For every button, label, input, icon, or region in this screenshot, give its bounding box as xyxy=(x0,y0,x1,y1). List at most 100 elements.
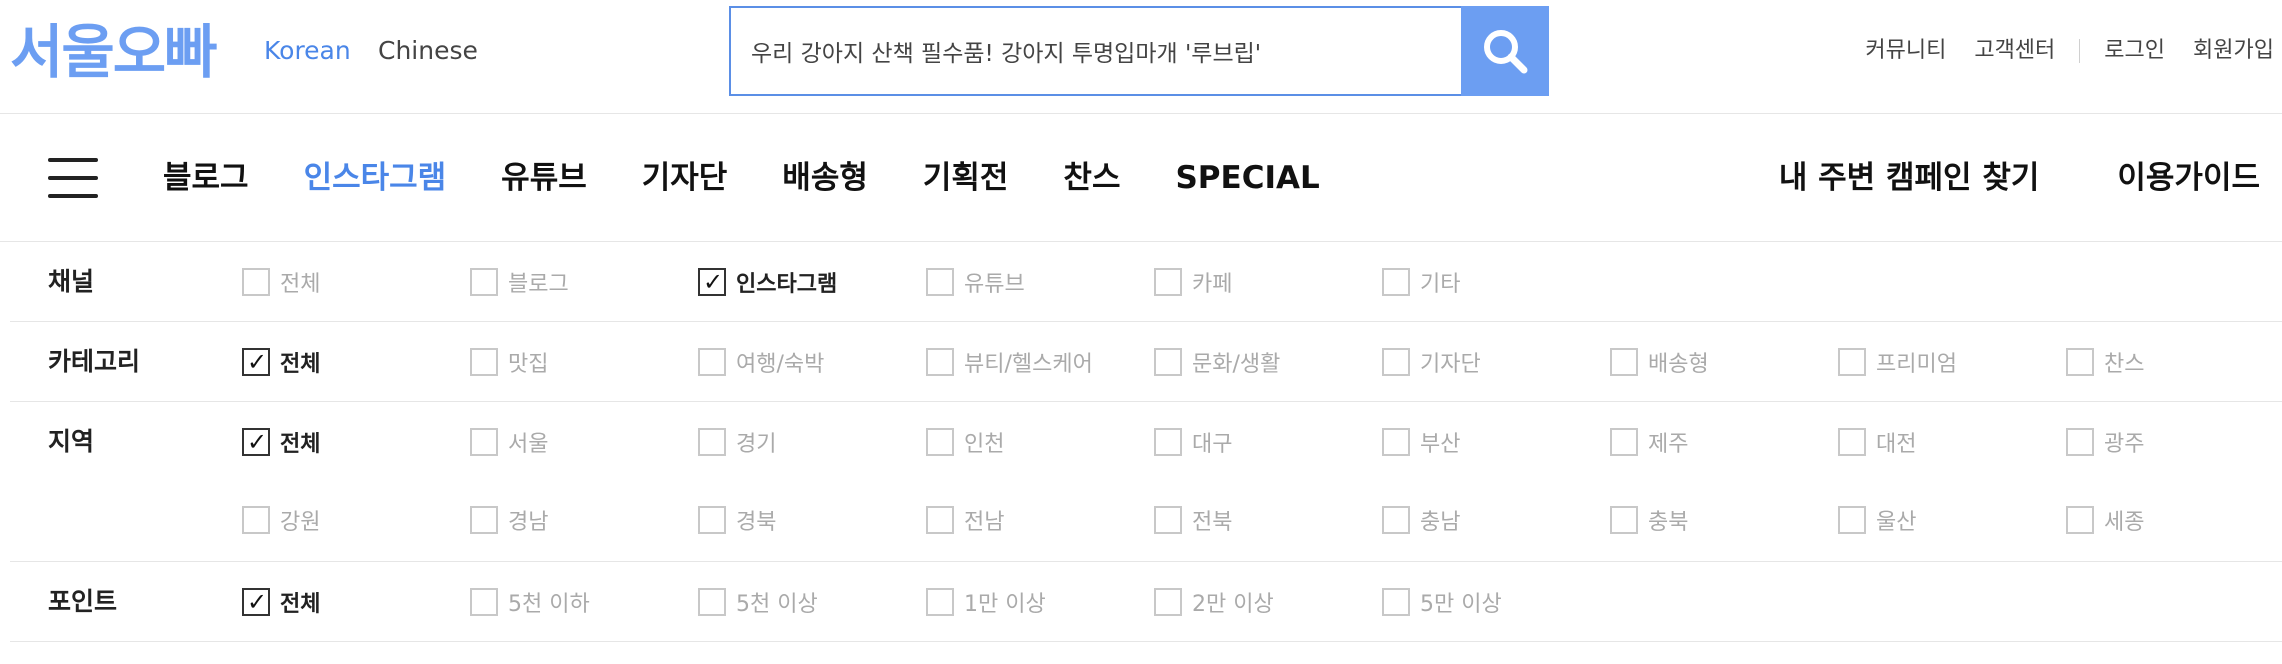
checkbox[interactable] xyxy=(1382,506,1410,534)
nearby-campaign-link[interactable]: 내 주변 캠페인 찾기 xyxy=(1779,158,2040,198)
filter-option-point[interactable]: 5천 이하 xyxy=(470,587,698,617)
search-button[interactable] xyxy=(1461,6,1549,96)
checkbox-checked[interactable] xyxy=(242,427,270,457)
checkbox[interactable] xyxy=(2066,428,2094,456)
checkbox[interactable] xyxy=(1838,348,1866,376)
filter-option-region[interactable]: 전남 xyxy=(926,505,1154,535)
lang-korean[interactable]: Korean xyxy=(264,36,351,66)
filter-option-category[interactable]: 찬스 xyxy=(2066,347,2282,377)
checkbox[interactable] xyxy=(698,588,726,616)
filter-option-channel[interactable]: 유튜브 xyxy=(926,267,1154,297)
filter-option-category[interactable]: 여행/숙박 xyxy=(698,347,926,377)
filter-option-region[interactable]: 경기 xyxy=(698,427,926,457)
hamburger-menu-icon[interactable] xyxy=(48,158,98,198)
checkbox[interactable] xyxy=(470,506,498,534)
checkbox-checked[interactable] xyxy=(242,587,270,617)
checkbox[interactable] xyxy=(926,588,954,616)
checkbox[interactable] xyxy=(1382,428,1410,456)
filter-option-point[interactable]: 전체 xyxy=(242,587,470,617)
nav-item[interactable]: 인스타그램 xyxy=(304,158,447,198)
checkbox[interactable] xyxy=(1382,348,1410,376)
nav-item[interactable]: 기자단 xyxy=(642,158,728,198)
nav-item[interactable]: 기획전 xyxy=(923,158,1009,198)
checkbox[interactable] xyxy=(470,428,498,456)
nav-item[interactable]: 유튜브 xyxy=(501,158,587,198)
checkbox[interactable] xyxy=(698,506,726,534)
filter-option-channel[interactable]: 블로그 xyxy=(470,267,698,297)
checkbox[interactable] xyxy=(1838,428,1866,456)
guide-link[interactable]: 이용가이드 xyxy=(2117,158,2260,198)
nav-item[interactable]: SPECIAL xyxy=(1175,158,1319,198)
filter-option-category[interactable]: 전체 xyxy=(242,347,470,377)
checkbox[interactable] xyxy=(242,506,270,534)
filter-option-region[interactable]: 광주 xyxy=(2066,427,2282,457)
filter-option-region[interactable]: 강원 xyxy=(242,505,470,535)
checkbox-checked[interactable] xyxy=(698,267,726,297)
checkbox[interactable] xyxy=(1154,506,1182,534)
filter-option-region[interactable]: 대구 xyxy=(1154,427,1382,457)
checkbox[interactable] xyxy=(470,588,498,616)
filter-option-category[interactable]: 배송형 xyxy=(1610,347,1838,377)
checkbox[interactable] xyxy=(1610,428,1638,456)
filter-option-channel[interactable]: 기타 xyxy=(1382,267,1610,297)
filter-option-region[interactable]: 인천 xyxy=(926,427,1154,457)
nav-item[interactable]: 블로그 xyxy=(163,158,249,198)
customer-center-link[interactable]: 고객센터 xyxy=(1974,36,2055,66)
filter-option-label: 경북 xyxy=(736,510,777,535)
filter-option-channel[interactable]: 전체 xyxy=(242,267,470,297)
filter-option-region[interactable]: 충북 xyxy=(1610,505,1838,535)
checkbox[interactable] xyxy=(1610,348,1638,376)
checkbox[interactable] xyxy=(1154,588,1182,616)
checkbox[interactable] xyxy=(1838,506,1866,534)
filter-option-region[interactable]: 부산 xyxy=(1382,427,1610,457)
filter-option-label: 울산 xyxy=(1876,510,1917,535)
search-input[interactable] xyxy=(731,8,1462,94)
checkbox[interactable] xyxy=(1154,428,1182,456)
filter-option-region[interactable]: 울산 xyxy=(1838,505,2066,535)
filter-option-region[interactable]: 제주 xyxy=(1610,427,1838,457)
checkbox[interactable] xyxy=(2066,348,2094,376)
lang-chinese[interactable]: Chinese xyxy=(378,36,478,66)
filter-option-category[interactable]: 문화/생활 xyxy=(1154,347,1382,377)
filter-option-region[interactable]: 대전 xyxy=(1838,427,2066,457)
signup-link[interactable]: 회원가입 xyxy=(2193,36,2274,66)
filter-option-point[interactable]: 1만 이상 xyxy=(926,587,1154,617)
checkbox[interactable] xyxy=(926,506,954,534)
checkbox[interactable] xyxy=(698,428,726,456)
filter-option-region[interactable]: 전체 xyxy=(242,427,470,457)
filter-option-category[interactable]: 맛집 xyxy=(470,347,698,377)
filter-option-region[interactable]: 경남 xyxy=(470,505,698,535)
filter-option-region[interactable]: 서울 xyxy=(470,427,698,457)
checkbox[interactable] xyxy=(470,348,498,376)
login-link[interactable]: 로그인 xyxy=(2104,36,2165,66)
filter-option-point[interactable]: 5만 이상 xyxy=(1382,587,1610,617)
site-logo[interactable]: 서울오빠 xyxy=(10,16,217,88)
filter-option-region[interactable]: 세종 xyxy=(2066,505,2282,535)
filter-option-category[interactable]: 뷰티/헬스케어 xyxy=(926,347,1154,377)
checkbox[interactable] xyxy=(1382,588,1410,616)
nav-item[interactable]: 배송형 xyxy=(782,158,868,198)
filter-option-point[interactable]: 5천 이상 xyxy=(698,587,926,617)
filter-option-point[interactable]: 2만 이상 xyxy=(1154,587,1382,617)
filter-option-region[interactable]: 충남 xyxy=(1382,505,1610,535)
checkbox[interactable] xyxy=(926,268,954,296)
nav-item[interactable]: 찬스 xyxy=(1063,158,1120,198)
checkbox[interactable] xyxy=(926,428,954,456)
checkbox[interactable] xyxy=(1610,506,1638,534)
checkbox[interactable] xyxy=(2066,506,2094,534)
filter-option-category[interactable]: 프리미엄 xyxy=(1838,347,2066,377)
checkbox[interactable] xyxy=(1382,268,1410,296)
filter-option-channel[interactable]: 인스타그램 xyxy=(698,267,926,297)
checkbox[interactable] xyxy=(1154,348,1182,376)
checkbox[interactable] xyxy=(698,348,726,376)
checkbox[interactable] xyxy=(926,348,954,376)
community-link[interactable]: 커뮤니티 xyxy=(1865,36,1946,66)
filter-option-region[interactable]: 전북 xyxy=(1154,505,1382,535)
filter-option-channel[interactable]: 카페 xyxy=(1154,267,1382,297)
filter-option-region[interactable]: 경북 xyxy=(698,505,926,535)
checkbox[interactable] xyxy=(470,268,498,296)
checkbox[interactable] xyxy=(242,268,270,296)
checkbox[interactable] xyxy=(1154,268,1182,296)
filter-option-category[interactable]: 기자단 xyxy=(1382,347,1610,377)
checkbox-checked[interactable] xyxy=(242,347,270,377)
